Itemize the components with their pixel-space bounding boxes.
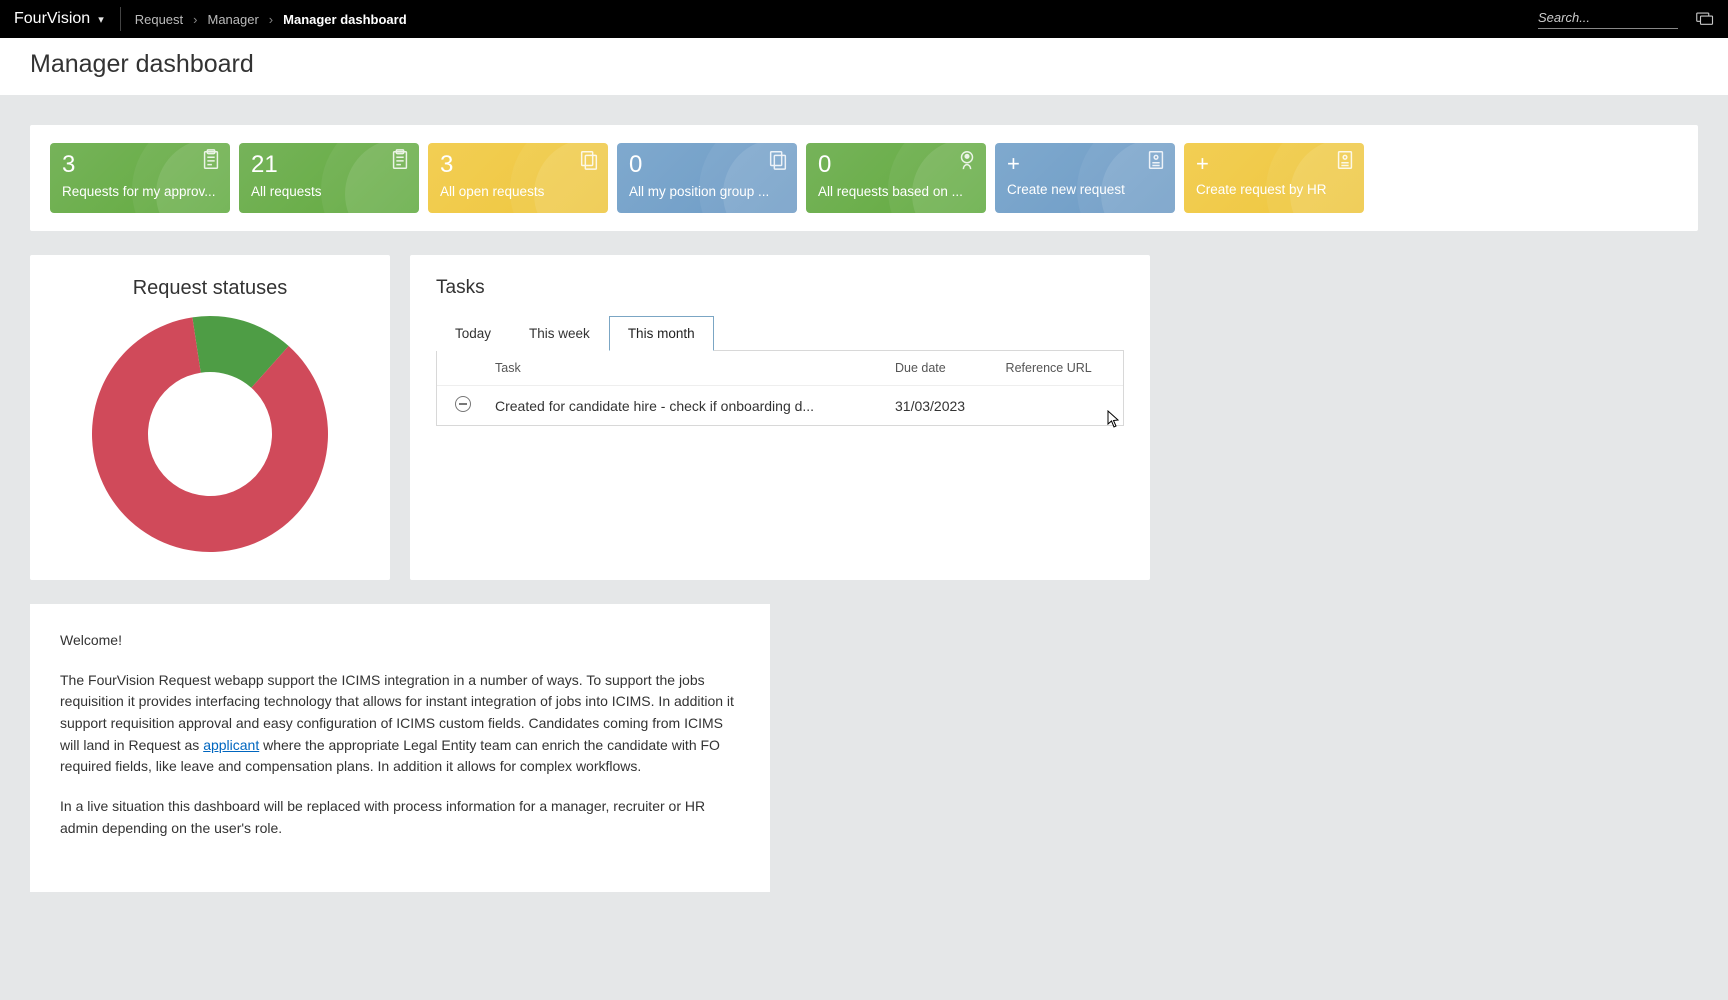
tile-6[interactable]: +Create request by HR bbox=[1184, 143, 1364, 213]
tile-0[interactable]: 3Requests for my approv... bbox=[50, 143, 230, 213]
brand-label: FourVision bbox=[14, 10, 90, 28]
topbar: FourVision ▾ Request › Manager › Manager… bbox=[0, 0, 1728, 38]
tab-this-month[interactable]: This month bbox=[609, 316, 714, 351]
doc-icon bbox=[1334, 149, 1356, 171]
applicant-link[interactable]: applicant bbox=[203, 737, 259, 753]
brand[interactable]: FourVision ▾ bbox=[14, 10, 108, 28]
tile-3[interactable]: 0All my position group ... bbox=[617, 143, 797, 213]
breadcrumb-item-current: Manager dashboard bbox=[283, 12, 407, 27]
col-icon[interactable] bbox=[437, 351, 483, 386]
messages-icon[interactable] bbox=[1696, 12, 1714, 26]
statuses-donut-chart bbox=[90, 314, 330, 554]
status-open-icon bbox=[455, 396, 471, 412]
breadcrumb-item[interactable]: Manager bbox=[207, 12, 258, 27]
welcome-card: Welcome! The FourVision Request webapp s… bbox=[30, 604, 770, 892]
col-due-date[interactable]: Due date bbox=[883, 351, 994, 386]
welcome-body2: In a live situation this dashboard will … bbox=[60, 796, 740, 839]
breadcrumb-item[interactable]: Request bbox=[135, 12, 183, 27]
cell-task: Created for candidate hire - check if on… bbox=[483, 386, 883, 426]
chevron-down-icon: ▾ bbox=[98, 13, 104, 26]
tiles-section: 3Requests for my approv...21All requests… bbox=[30, 125, 1698, 231]
doc-icon bbox=[1145, 149, 1167, 171]
tab-this-week[interactable]: This week bbox=[510, 316, 609, 351]
separator bbox=[120, 7, 121, 31]
tasks-title: Tasks bbox=[436, 277, 1124, 299]
breadcrumb: Request › Manager › Manager dashboard bbox=[135, 12, 407, 27]
request-statuses-card: Request statuses bbox=[30, 255, 390, 580]
copy-icon bbox=[578, 149, 600, 171]
tile-2[interactable]: 3All open requests bbox=[428, 143, 608, 213]
chevron-right-icon: › bbox=[269, 12, 273, 27]
tasks-tabs: TodayThis weekThis month bbox=[436, 315, 1124, 351]
search-wrap bbox=[1538, 10, 1678, 29]
tile-5[interactable]: +Create new request bbox=[995, 143, 1175, 213]
tile-1[interactable]: 21All requests bbox=[239, 143, 419, 213]
col-task[interactable]: Task bbox=[483, 351, 883, 386]
tasks-card: Tasks TodayThis weekThis month TaskDue d… bbox=[410, 255, 1150, 580]
tile-4[interactable]: 0All requests based on ... bbox=[806, 143, 986, 213]
copy-icon bbox=[767, 149, 789, 171]
chevron-right-icon: › bbox=[193, 12, 197, 27]
clipboard-icon bbox=[200, 149, 222, 171]
page-header: Manager dashboard bbox=[0, 38, 1728, 95]
search-input[interactable] bbox=[1538, 10, 1678, 25]
tab-today[interactable]: Today bbox=[436, 316, 510, 351]
col-reference-url[interactable]: Reference URL bbox=[994, 351, 1123, 386]
tasks-table: TaskDue dateReference URL Created for ca… bbox=[437, 351, 1123, 425]
page-title: Manager dashboard bbox=[30, 50, 1698, 79]
table-row[interactable]: Created for candidate hire - check if on… bbox=[437, 386, 1123, 426]
clipboard-icon bbox=[389, 149, 411, 171]
head-icon bbox=[956, 149, 978, 171]
welcome-greeting: Welcome! bbox=[60, 630, 740, 652]
statuses-title: Request statuses bbox=[48, 277, 372, 300]
cell-ref bbox=[994, 386, 1123, 426]
welcome-body1: The FourVision Request webapp support th… bbox=[60, 670, 740, 778]
cell-due: 31/03/2023 bbox=[883, 386, 994, 426]
